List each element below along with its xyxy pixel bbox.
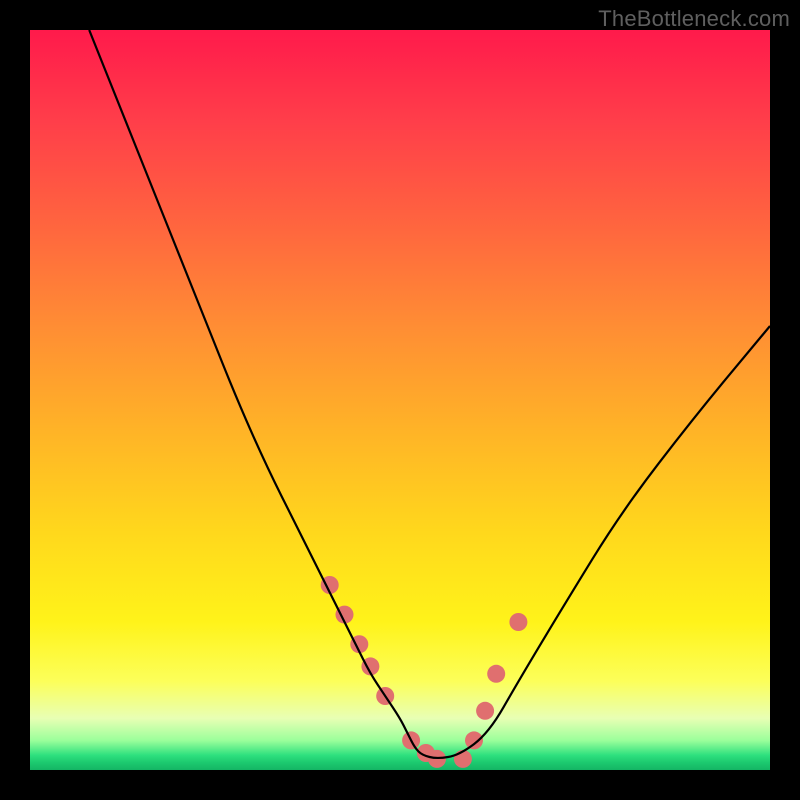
chart-svg: [30, 30, 770, 770]
watermark-text: TheBottleneck.com: [598, 6, 790, 32]
highlight-dot: [509, 613, 527, 631]
highlight-dot: [476, 702, 494, 720]
highlight-dot: [487, 665, 505, 683]
highlight-markers: [321, 576, 528, 768]
bottleneck-curve: [89, 30, 770, 758]
chart-plot-area: [30, 30, 770, 770]
chart-frame: TheBottleneck.com: [0, 0, 800, 800]
highlight-dot: [465, 731, 483, 749]
